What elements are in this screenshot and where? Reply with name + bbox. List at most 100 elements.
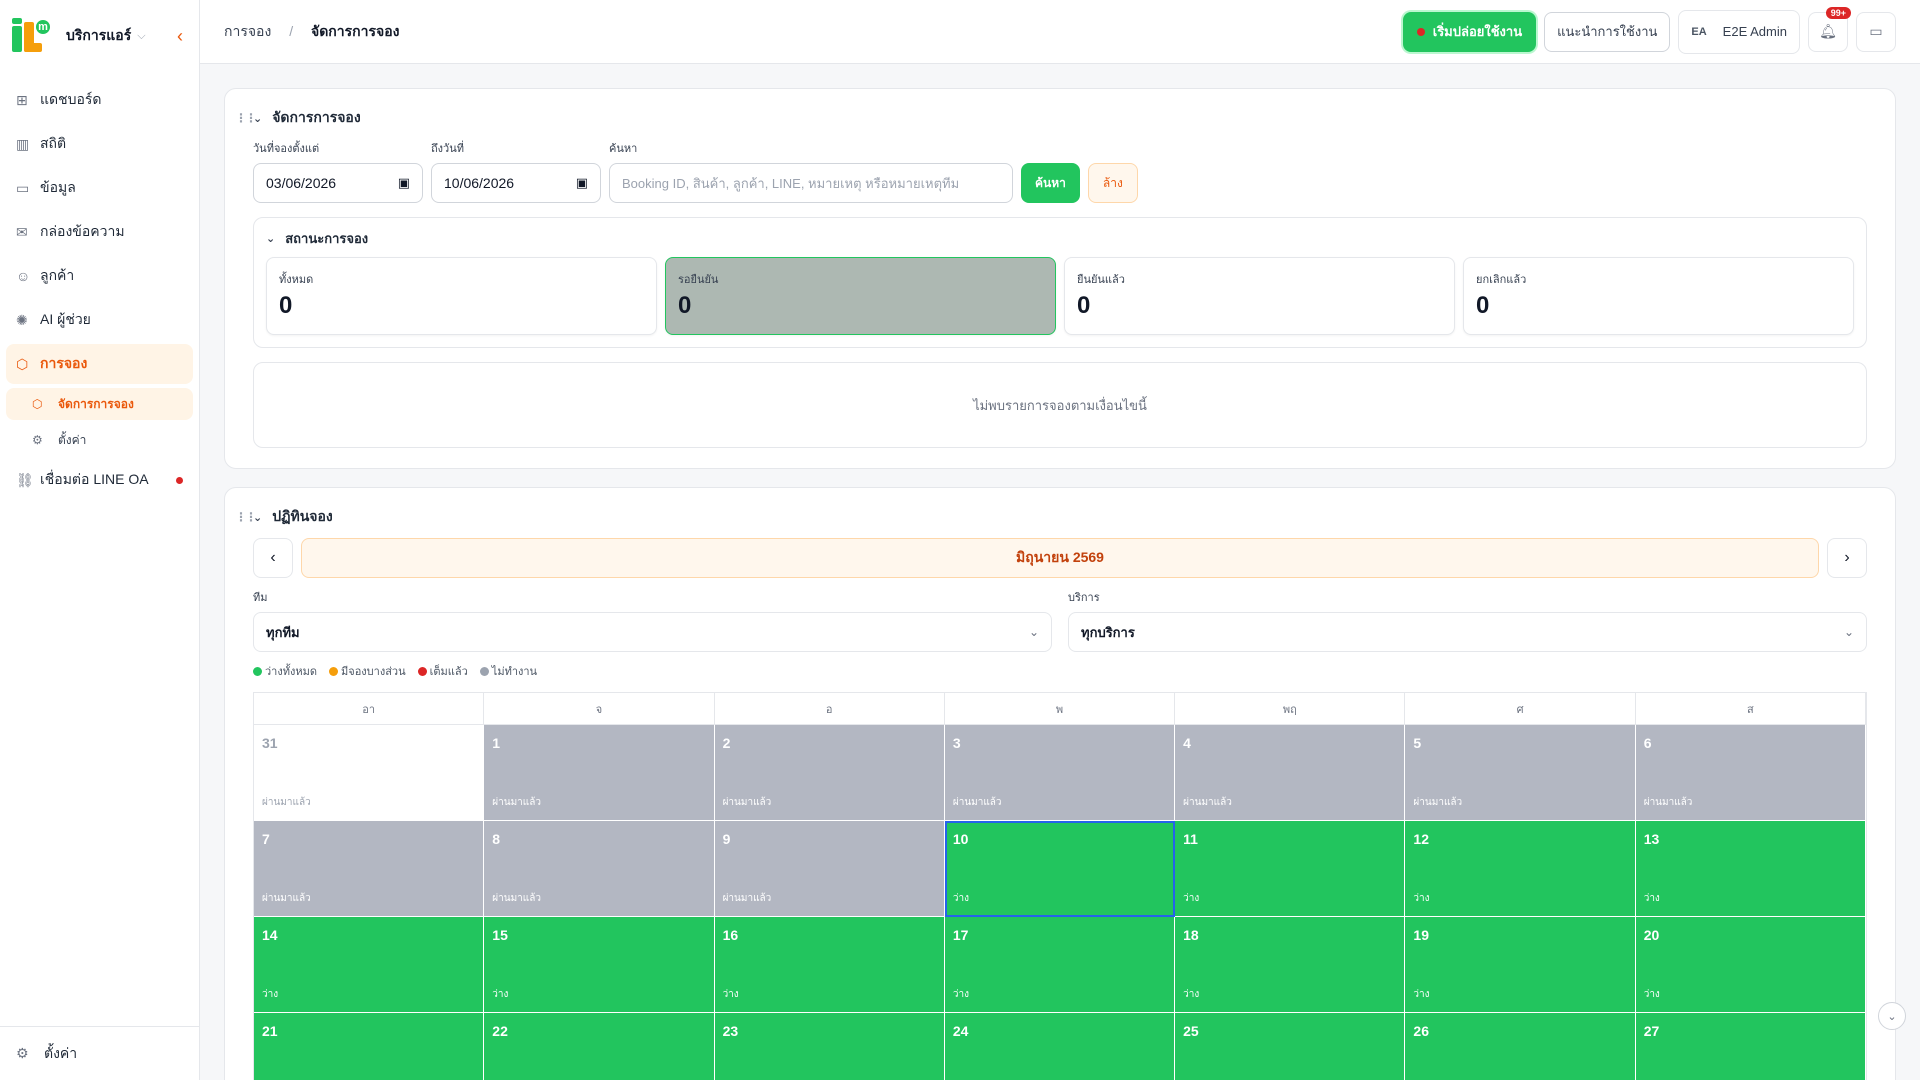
calendar-day[interactable]: 31 ผ่านมาแล้ว [254,725,485,821]
prev-month-button[interactable]: ‹ [253,538,293,578]
calendar-day[interactable]: 5 ผ่านมาแล้ว [1405,725,1636,821]
calendar-day[interactable]: 26 [1405,1013,1636,1080]
drag-handle-icon[interactable]: ⋮⋮ [235,510,257,524]
calendar-day[interactable]: 10 ว่าง [944,821,1176,917]
calendar-day[interactable]: 8 ผ่านมาแล้ว [484,821,715,917]
breadcrumb-root[interactable]: การจอง [224,23,271,39]
team-value: ทุกทีม [266,624,300,640]
card-header[interactable]: ⋮⋮ ⌄ จัดการการจอง [235,107,1867,129]
calendar-day[interactable]: 1 ผ่านมาแล้ว [484,725,715,821]
book-icon: ▭ [16,179,30,196]
day-number: 1 [492,735,501,751]
calendar-day[interactable]: 18 ว่าง [1175,917,1406,1013]
empty-state: ไม่พบรายการจองตามเงื่อนไขนี้ [253,362,1867,448]
team-select[interactable]: ทุกทีม ⌄ [253,612,1052,652]
sidebar-item-0[interactable]: ⊞ แดชบอร์ด [6,80,193,120]
day-status: ว่าง [722,989,739,1000]
weekday-header: พฤ [1175,693,1406,725]
calendar-day[interactable]: 13 ว่าง [1635,821,1866,917]
status-card-label: ทั้งหมด [279,274,314,286]
gear-icon: ⚙ [32,433,43,447]
drag-handle-icon[interactable]: ⋮⋮ [235,111,257,125]
collapse-sidebar-icon[interactable]: ‹ [177,26,183,47]
sidebar-item-2[interactable]: ▭ ข้อมูล [6,168,193,208]
sidebar-item-settings[interactable]: ⚙ ตั้งค่า [0,1026,199,1080]
day-status: ผ่านมาแล้ว [722,797,772,808]
chevron-down-icon[interactable]: ⌄ [266,232,275,245]
calendar-day[interactable]: 4 ผ่านมาแล้ว [1175,725,1406,821]
calendar-day[interactable]: 27 [1635,1013,1866,1080]
brand-name[interactable]: บริการแอร์ [66,25,131,47]
sidebar-item-label: การจอง [40,355,88,371]
sidebar-item-1[interactable]: ▥ สถิติ [6,124,193,164]
sidebar-item-5[interactable]: ✺ AI ผู้ช่วย [6,300,193,340]
day-number: 10 [952,831,969,847]
booking-status-panel: ⌄ สถานะการจอง ทั้งหมด 0 รอยืนยัน 0 ยืนยันแล้… [253,217,1867,348]
calendar-day[interactable]: 19 ว่าง [1405,917,1636,1013]
search-label: ค้นหา [609,143,638,155]
calendar-icon[interactable]: ▣ [576,175,588,191]
day-status: ผ่านมาแล้ว [492,797,541,808]
user-menu[interactable]: EA E2E Admin [1678,9,1800,54]
card-title: ปฏิทินจอง [272,508,333,524]
service-select[interactable]: ทุกบริการ ⌄ [1068,612,1867,652]
day-number: 12 [1413,831,1429,847]
guide-button[interactable]: แนะนำการใช้งาน [1544,11,1671,52]
manage-booking-card: ⋮⋮ ⌄ จัดการการจอง วันที่จองตั้งแต่ 03/06… [224,88,1896,469]
calendar-day[interactable]: 16 ว่าง [714,917,945,1013]
status-card[interactable]: รอยืนยัน 0 [665,257,1056,335]
box-icon: ⬡ [16,355,29,372]
inbox-icon: ✉ [16,223,28,240]
search-input[interactable]: Booking ID, สินค้า, ลูกค้า, LINE, หมายเห… [609,163,1013,203]
day-number: 22 [492,1023,508,1039]
calendar-day[interactable]: 3 ผ่านมาแล้ว [944,725,1176,821]
calendar-day[interactable]: 12 ว่าง [1405,821,1636,917]
service-label: บริการ [1068,592,1100,604]
calendar-day[interactable]: 11 ว่าง [1175,821,1406,917]
calendar-day[interactable]: 9 ผ่านมาแล้ว [714,821,945,917]
calendar-day[interactable]: 22 [484,1013,715,1080]
calendar-day[interactable]: 23 [714,1013,945,1080]
sidebar-subitem-booking-settings[interactable]: ⚙ ตั้งค่า [6,424,193,456]
calendar-day[interactable]: 2 ผ่านมาแล้ว [714,725,945,821]
chevron-down-icon[interactable]: ⌵ [137,30,145,43]
sidebar-item-4[interactable]: ☺ ลูกค้า [6,256,193,296]
sidebar-item-3[interactable]: ✉ กล่องข้อความ [6,212,193,252]
gear-icon: ⚙ [16,1045,29,1061]
notifications-button[interactable]: 🔔︎ 99+ [1808,6,1851,52]
calendar-day[interactable]: 24 [944,1013,1176,1080]
calendar-day[interactable]: 14 ว่าง [254,917,485,1013]
calendar-day[interactable]: 21 [254,1013,485,1080]
status-card[interactable]: ยกเลิกแล้ว 0 [1463,257,1854,335]
calendar-grid: อาจอพพฤศส 31 ผ่านมาแล้ว 1 ผ่านมาแล้ว 2 ผ่านมาแ… [253,692,1867,1080]
date-to-input[interactable]: 10/06/2026 ▣ [431,163,601,203]
sidebar-item-line-oa[interactable]: ⛓ เชื่อมต่อ LINE OA [6,460,193,500]
ai-icon: ✺ [16,311,28,328]
status-header[interactable]: ⌄ สถานะการจอง [266,228,1854,249]
display-button[interactable]: ▭ [1856,11,1896,52]
day-number: 7 [262,831,270,847]
date-from-input[interactable]: 03/06/2026 ▣ [253,163,423,203]
calendar-day[interactable]: 15 ว่าง [484,917,715,1013]
status-card[interactable]: ทั้งหมด 0 [266,257,657,335]
sidebar-item-booking[interactable]: ⬡ การจอง [6,344,193,384]
legend-dot [329,667,338,676]
card-header[interactable]: ⋮⋮ ⌄ ปฏิทินจอง [235,506,1867,528]
calendar-day[interactable]: 6 ผ่านมาแล้ว [1635,725,1866,821]
sidebar-subitem-manage-booking[interactable]: ⬡ จัดการการจอง [6,388,193,420]
calendar-filters: ทีม ทุกทีม ⌄ บริการ ทุกบริการ ⌄ [253,588,1867,652]
day-status: ว่าง [262,989,279,1000]
status-card[interactable]: ยืนยันแล้ว 0 [1064,257,1455,335]
next-month-button[interactable]: › [1827,538,1867,578]
scroll-down-button[interactable]: ⌄ [1878,1002,1906,1030]
calendar-day[interactable]: 25 [1175,1013,1406,1080]
search-button[interactable]: ค้นหา [1021,163,1080,203]
clear-button[interactable]: ล้าง [1087,163,1138,203]
day-number: 16 [722,927,739,943]
calendar-day[interactable]: 20 ว่าง [1635,917,1866,1013]
calendar-day[interactable]: 7 ผ่านมาแล้ว [254,821,485,917]
calendar-day[interactable]: 17 ว่าง [944,917,1176,1013]
legend-label: มีจองบางส่วน [341,666,406,678]
calendar-icon[interactable]: ▣ [398,175,410,191]
start-live-button[interactable]: เริ่มปล่อยใช้งาน [1402,11,1537,52]
